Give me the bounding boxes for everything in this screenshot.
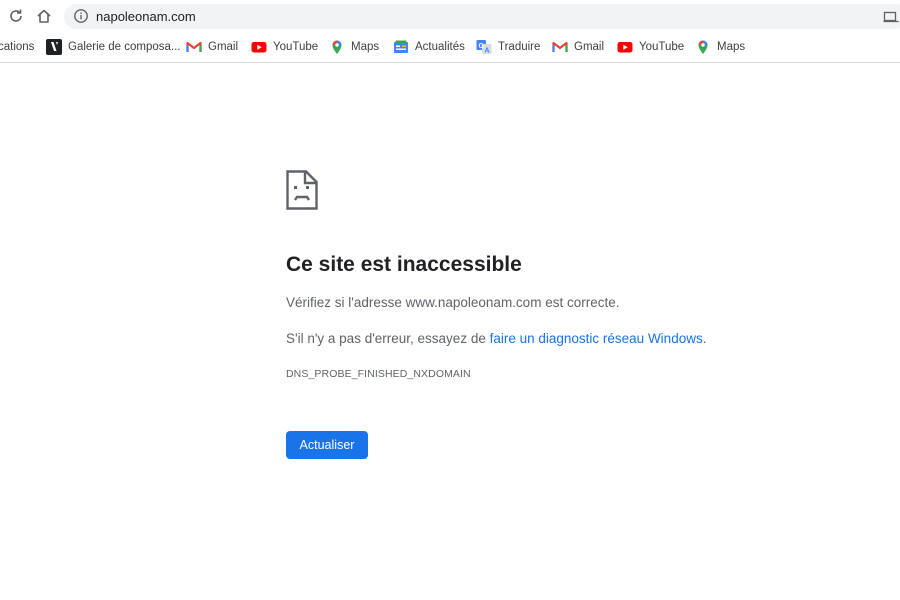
bookmark-traduire[interactable]: G A Traduire: [476, 37, 540, 57]
bookmark-label: Maps: [351, 41, 380, 53]
bookmark-label: Galerie de composa...: [68, 41, 181, 53]
bookmark-label: Gmail: [208, 41, 239, 53]
bookmark-youtube-2[interactable]: YouTube: [617, 37, 684, 57]
galerie-icon: [46, 39, 62, 55]
error-check-text: Vérifiez si l'adresse www.napoleonam.com…: [286, 295, 620, 310]
maps-icon: [332, 40, 342, 54]
sad-page-icon: [286, 170, 318, 210]
svg-text:A: A: [485, 48, 490, 55]
bookmarks-bar: cations Galerie de composa... Gmail YouT…: [0, 33, 900, 63]
bookmark-label: cations: [0, 41, 35, 53]
bookmark-gmail[interactable]: Gmail: [186, 37, 238, 57]
browser-toolbar: napoleonam.com: [0, 0, 900, 32]
address-url[interactable]: napoleonam.com: [96, 9, 196, 24]
gmail-icon: [552, 41, 568, 52]
bookmark-label: Traduire: [498, 41, 541, 53]
error-code: DNS_PROBE_FINISHED_NXDOMAIN: [286, 368, 471, 380]
bookmark-label: YouTube: [639, 41, 685, 53]
reload-icon: [10, 9, 22, 22]
home-icon: [37, 9, 51, 23]
bookmark-galerie[interactable]: Galerie de composa...: [46, 37, 181, 57]
suggestion-prefix: S'il n'y a pas d'erreur, essayez de: [286, 331, 490, 346]
error-suggestion: S'il n'y a pas d'erreur, essayez de fair…: [286, 331, 706, 346]
install-app-icon[interactable]: [883, 9, 899, 25]
bookmark-maps[interactable]: Maps: [329, 37, 379, 57]
gmail-icon: [186, 41, 202, 52]
reload-page-button[interactable]: Actualiser: [286, 431, 368, 459]
bookmark-maps-2[interactable]: Maps: [695, 37, 745, 57]
bookmark-label: YouTube: [273, 41, 319, 53]
bookmark-actualites[interactable]: Actualités: [393, 37, 465, 57]
news-icon: [394, 40, 408, 53]
bookmark-youtube[interactable]: YouTube: [251, 37, 318, 57]
bookmark-gmail-2[interactable]: Gmail: [552, 37, 604, 57]
bookmark-label: Gmail: [574, 41, 605, 53]
youtube-icon: [617, 42, 633, 53]
reload-button[interactable]: [6, 6, 26, 26]
home-button[interactable]: [34, 6, 54, 26]
bookmark-label: Maps: [717, 41, 746, 53]
bookmark-label: Actualités: [415, 41, 465, 53]
error-title: Ce site est inaccessible: [286, 253, 522, 276]
address-bar[interactable]: napoleonam.com: [64, 4, 900, 29]
suggestion-suffix: .: [702, 331, 707, 346]
info-icon[interactable]: [73, 8, 89, 24]
bookmark-applications[interactable]: cations: [0, 37, 34, 57]
youtube-icon: [251, 42, 267, 53]
diagnostic-link[interactable]: faire un diagnostic réseau Windows: [490, 331, 703, 346]
translate-icon: G A: [476, 40, 492, 55]
maps-icon: [698, 40, 708, 54]
